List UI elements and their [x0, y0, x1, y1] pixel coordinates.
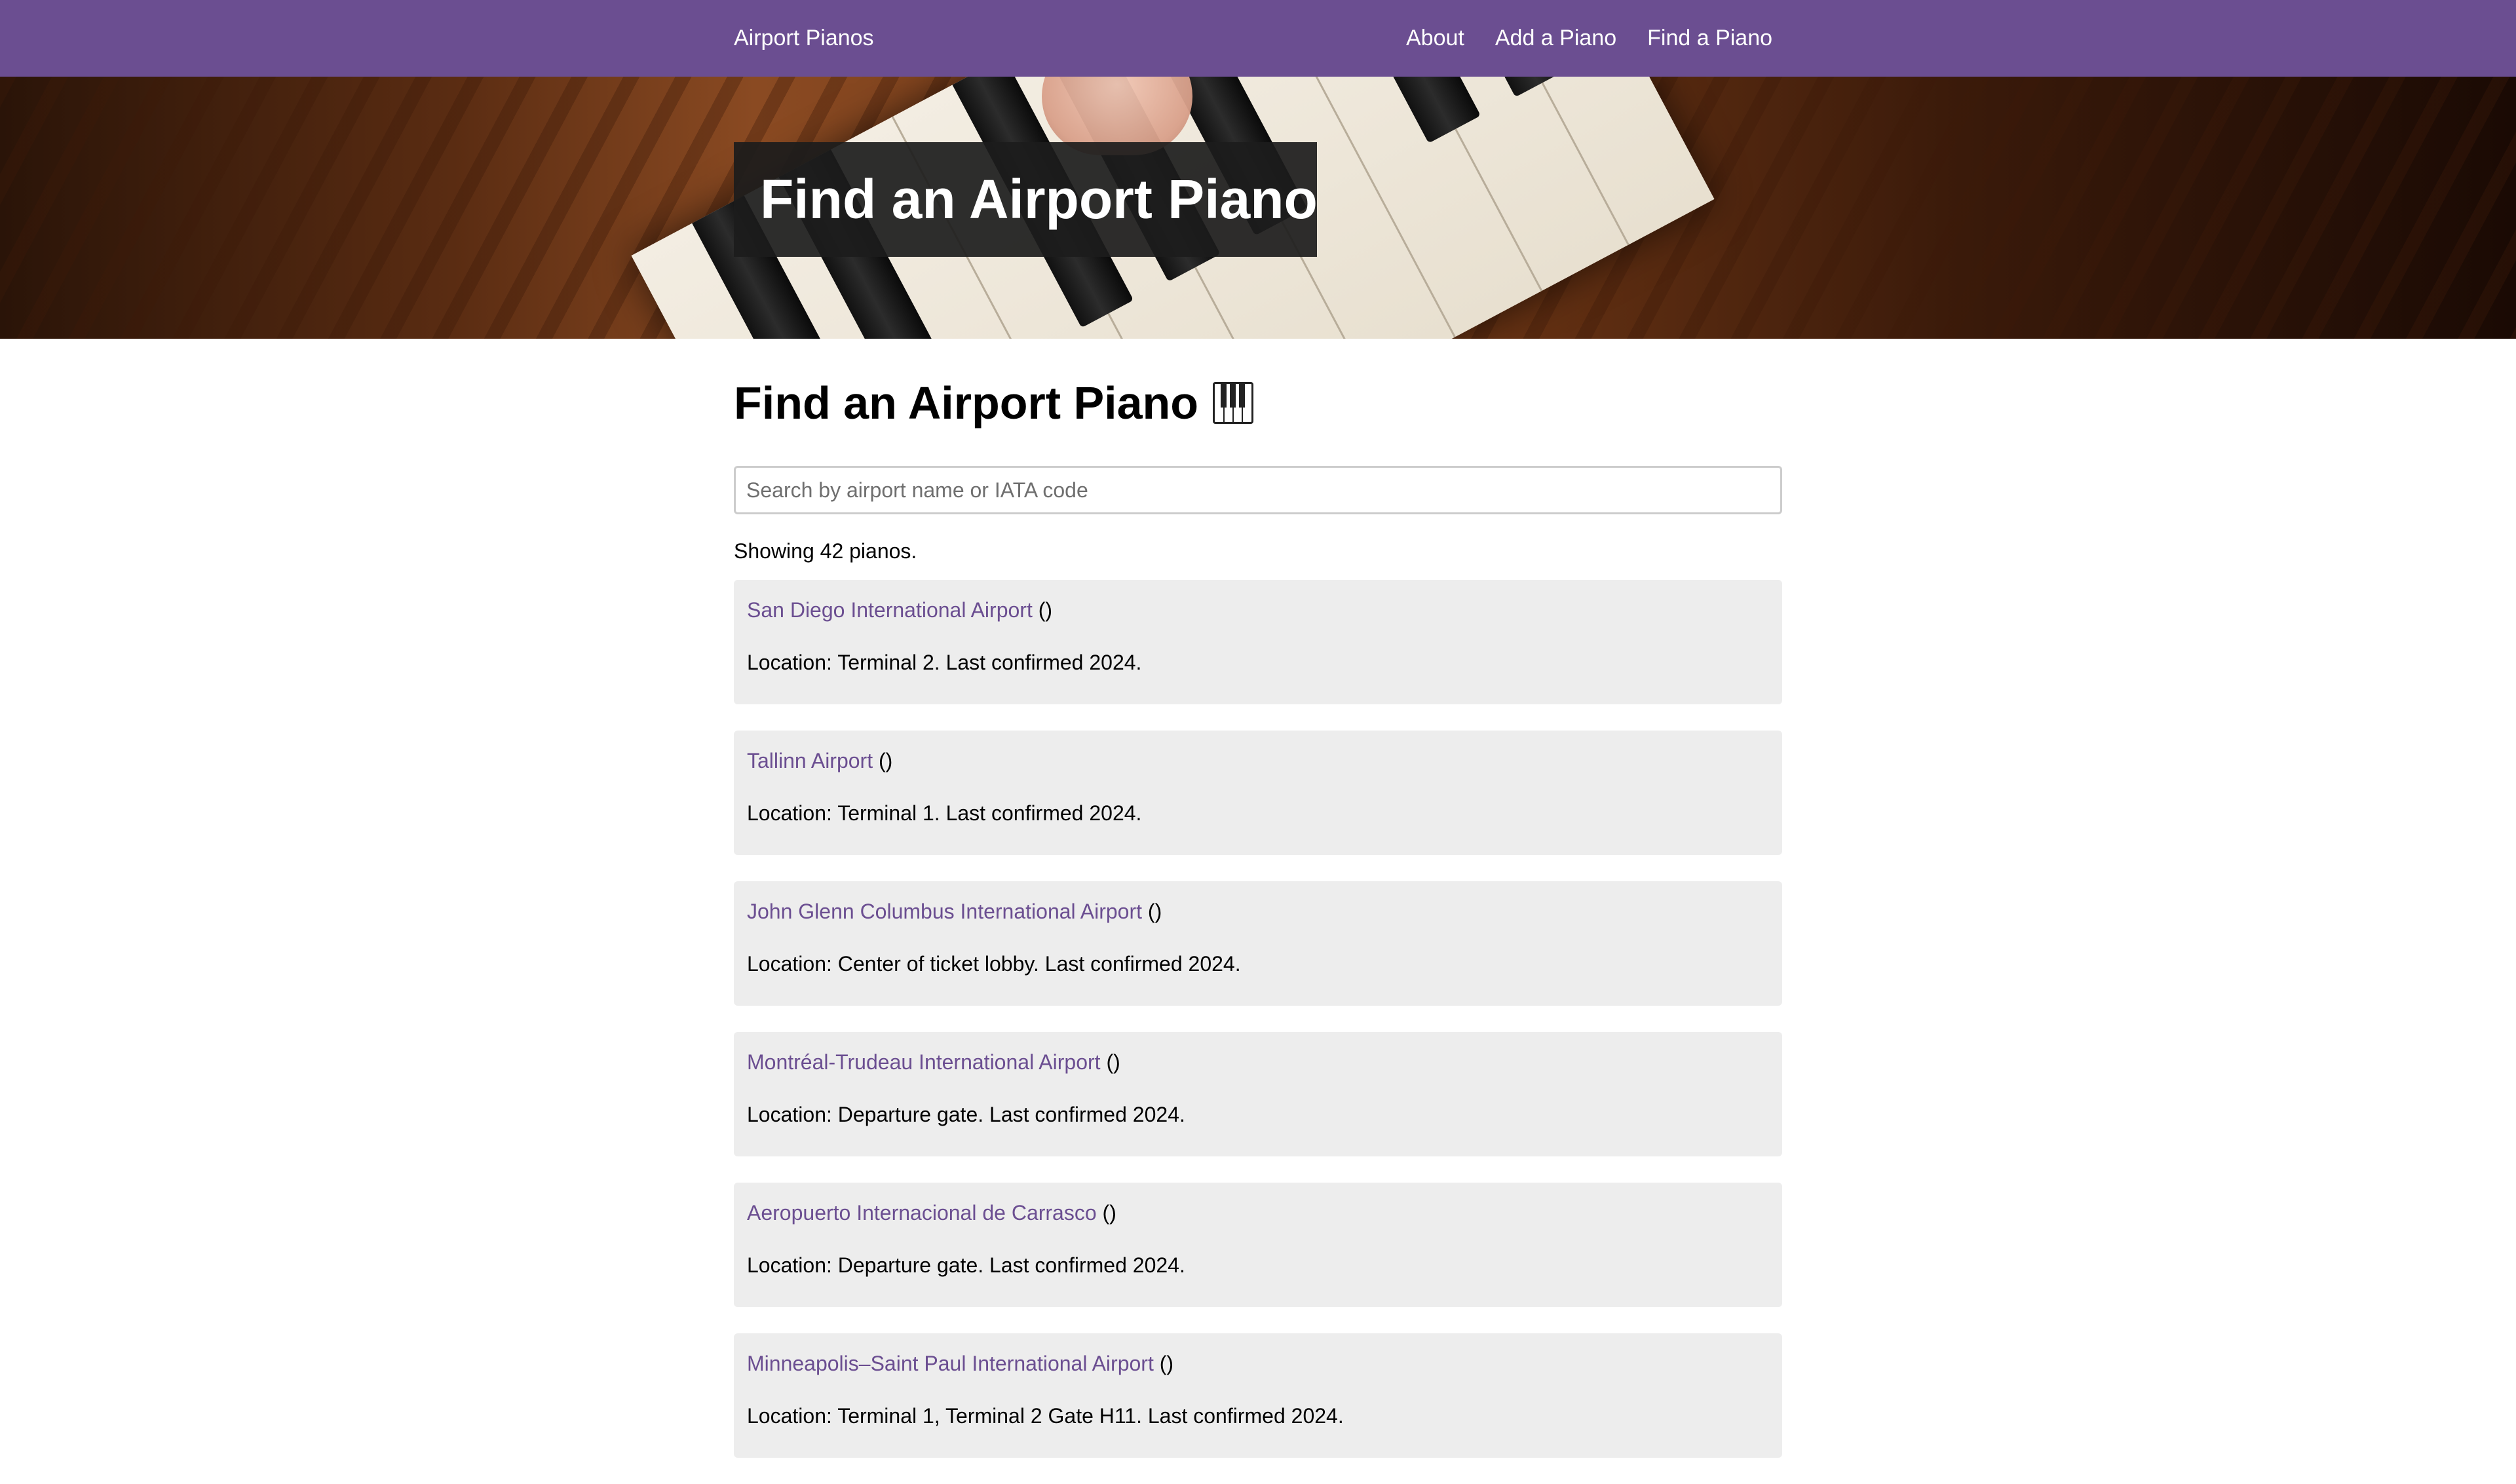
piano-card: John Glenn Columbus International Airpor… — [734, 881, 1782, 1006]
piano-card: Tallinn Airport () Location: Terminal 1.… — [734, 731, 1782, 855]
piano-list: San Diego International Airport () Locat… — [734, 580, 1782, 1458]
piano-location: Location: Departure gate. Last confirmed… — [747, 1103, 1185, 1126]
piano-card: Montréal-Trudeau International Airport (… — [734, 1032, 1782, 1156]
piano-location: Location: Terminal 2. Last confirmed 202… — [747, 651, 1142, 674]
piano-card-heading: Montréal-Trudeau International Airport (… — [747, 1049, 1769, 1075]
piano-keys-icon — [1213, 382, 1254, 424]
airport-link[interactable]: John Glenn Columbus International Airpor… — [747, 900, 1142, 923]
piano-location: Location: Terminal 1. Last confirmed 202… — [747, 801, 1142, 825]
airport-code: () — [1159, 1352, 1174, 1375]
nav-link-add-piano[interactable]: Add a Piano — [1495, 26, 1616, 51]
brand-link[interactable]: Airport Pianos — [734, 0, 874, 77]
navbar: Airport Pianos About Add a Piano Find a … — [0, 0, 2516, 77]
page-title: Find an Airport Piano — [734, 365, 1782, 441]
piano-card-heading: Tallinn Airport () — [747, 748, 1769, 774]
piano-card-heading: Aeropuerto Internacional de Carrasco () — [747, 1200, 1769, 1226]
nav-links: About Add a Piano Find a Piano — [1406, 0, 1772, 77]
piano-card: Minneapolis–Saint Paul International Air… — [734, 1333, 1782, 1458]
piano-card-heading: John Glenn Columbus International Airpor… — [747, 898, 1769, 924]
nav-link-find-piano[interactable]: Find a Piano — [1647, 26, 1772, 51]
airport-link[interactable]: Montréal-Trudeau International Airport — [747, 1050, 1101, 1074]
piano-location: Location: Center of ticket lobby. Last c… — [747, 952, 1241, 976]
hero-title: Find an Airport Piano — [760, 168, 1318, 230]
page-title-text: Find an Airport Piano — [734, 377, 1199, 428]
airport-code: () — [1106, 1050, 1120, 1074]
hero-title-box: Find an Airport Piano — [734, 142, 1318, 257]
airport-code: () — [1102, 1201, 1116, 1225]
piano-location: Location: Terminal 1, Terminal 2 Gate H1… — [747, 1404, 1344, 1428]
piano-card: San Diego International Airport () Locat… — [734, 580, 1782, 704]
piano-card-heading: San Diego International Airport () — [747, 597, 1769, 623]
airport-code: () — [1147, 900, 1162, 923]
nav-link-about[interactable]: About — [1406, 26, 1464, 51]
airport-code: () — [878, 749, 893, 772]
search-input[interactable] — [734, 466, 1782, 514]
airport-code: () — [1038, 598, 1053, 622]
hero-banner: Find an Airport Piano — [0, 77, 2516, 339]
airport-link[interactable]: Aeropuerto Internacional de Carrasco — [747, 1201, 1097, 1225]
piano-card: Aeropuerto Internacional de Carrasco () … — [734, 1183, 1782, 1307]
piano-card-heading: Minneapolis–Saint Paul International Air… — [747, 1350, 1769, 1377]
airport-link[interactable]: Tallinn Airport — [747, 749, 873, 772]
results-count: Showing 42 pianos. — [734, 539, 917, 563]
airport-link[interactable]: Minneapolis–Saint Paul International Air… — [747, 1352, 1154, 1375]
main-content: Find an Airport Piano Showing 42 pianos.… — [734, 339, 1782, 1484]
piano-location: Location: Departure gate. Last confirmed… — [747, 1253, 1185, 1277]
airport-link[interactable]: San Diego International Airport — [747, 598, 1033, 622]
